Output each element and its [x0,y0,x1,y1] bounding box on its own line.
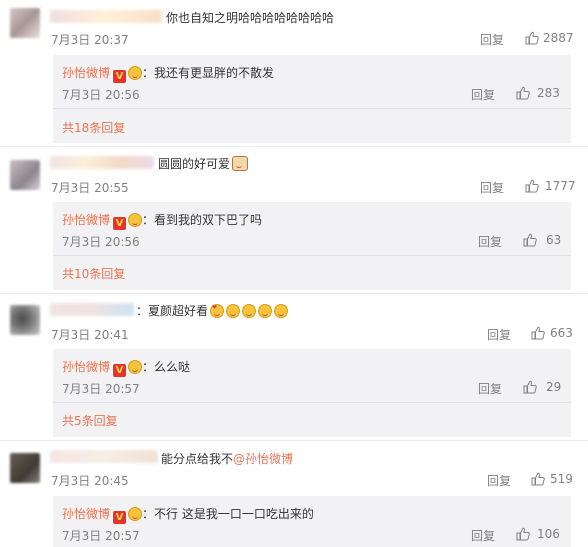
divider [0,440,588,441]
emoji-icon [226,304,241,318]
colon: ： [142,507,155,521]
reply-author[interactable]: 孙怡微博 [62,507,110,521]
colon: ： [142,360,155,374]
reply-button[interactable]: 回复 [471,527,495,544]
reply-text: 看到我的双下巴了吗 [154,213,263,227]
username-blurred[interactable] [50,10,162,23]
comment-line: 能分点给我不@孙怡微博 [161,450,293,467]
avatar[interactable] [10,160,40,190]
v-badge-icon: V [113,364,127,377]
reply-line: 孙怡微博 V ：看到我的双下巴了吗 [62,211,262,230]
avatar[interactable] [10,453,40,483]
comment-time: 7月3日 20:41 [51,328,129,342]
reply-author[interactable]: 孙怡微博 [62,66,110,80]
like-count: 2887 [543,31,574,45]
mention-link[interactable]: @孙怡微博 [233,452,293,466]
cat-emoji-icon [232,156,249,171]
reply-button[interactable]: 回复 [471,86,495,103]
reply-time: 7月3日 20:57 [62,382,140,396]
comment-text: 能分点给我不 [161,452,234,466]
divider [0,293,588,294]
comment-line: 圆圆的好可爱 [158,155,249,172]
divider [0,146,588,147]
thumb-up-icon[interactable] [516,86,530,100]
reply-box: 孙怡微博 V ：不行 这是我一口一口吃出来的 7月3日 20:57 回复 106 [53,496,571,547]
v-badge-icon: V [113,70,127,83]
avatar[interactable] [10,305,40,335]
reply-time: 7月3日 20:57 [62,529,140,543]
comment-text: ：夏颜超好看 [136,304,209,318]
reply-button[interactable]: 回复 [480,31,504,48]
comment-line: ：夏颜超好看 [136,302,289,319]
comment-text: 圆圆的好可爱 [158,157,231,171]
reply-button[interactable]: 回复 [487,326,511,343]
reply-line: 孙怡微博 V ：我还有更显胖的不散发 [62,64,274,83]
v-badge-icon: V [113,511,127,524]
colon: ： [142,66,155,80]
thumb-up-icon[interactable] [531,326,545,340]
emoji-icon [274,304,289,318]
avatar[interactable] [10,8,40,38]
reply-box: 孙怡微博 V ：看到我的双下巴了吗 7月3日 20:56 回复 63 共10条回复 [53,202,571,290]
like-count: 663 [550,326,573,340]
like-count: 1777 [545,179,576,193]
like-count: 63 [546,233,562,247]
emoji-icon [128,213,143,227]
v-badge-icon: V [113,217,127,230]
username-blurred[interactable] [50,303,134,316]
emoji-icon [242,304,257,318]
reply-text: 么么哒 [154,360,191,374]
thumb-up-icon[interactable] [525,31,539,45]
thumb-up-icon[interactable] [525,179,539,193]
comment-time: 7月3日 20:55 [51,181,129,195]
divider [53,255,571,256]
reply-button[interactable]: 回复 [478,380,502,397]
reply-box: 孙怡微博 V ：我还有更显胖的不散发 7月3日 20:56 回复 283 共18条回… [53,55,571,143]
thumb-up-icon[interactable] [523,380,537,394]
like-count: 519 [550,472,573,486]
username-blurred[interactable] [50,156,154,169]
reply-author[interactable]: 孙怡微博 [62,213,110,227]
reply-line: 孙怡微博 V ：不行 这是我一口一口吃出来的 [62,505,314,524]
comment-text: 你也自知之明哈哈哈哈哈哈哈哈 [166,11,335,25]
like-count: 106 [537,527,560,541]
thumb-up-icon[interactable] [531,472,545,486]
more-replies-link[interactable]: 共5条回复 [62,412,118,429]
reply-text: 我还有更显胖的不散发 [154,66,275,80]
reply-button[interactable]: 回复 [478,233,502,250]
emoji-icon [258,304,273,318]
divider [53,402,571,403]
thumb-up-icon[interactable] [516,527,530,541]
more-replies-link[interactable]: 共10条回复 [62,265,125,282]
colon: ： [142,213,155,227]
like-count: 283 [537,86,560,100]
reply-time: 7月3日 20:56 [62,235,140,249]
thumb-up-icon[interactable] [523,233,537,247]
emoji-icon [128,66,143,80]
reply-author[interactable]: 孙怡微博 [62,360,110,374]
emoji-icon [128,360,143,374]
reply-box: 孙怡微博 V ：么么哒 7月3日 20:57 回复 29 共5条回复 [53,349,571,437]
like-count: 29 [546,380,562,394]
reply-button[interactable]: 回复 [487,472,511,489]
comment-time: 7月3日 20:45 [51,474,129,488]
emoji-icon [128,507,143,521]
comment-time: 7月3日 20:37 [51,33,129,47]
reply-text: 不行 这是我一口一口吃出来的 [154,507,314,521]
reply-line: 孙怡微博 V ：么么哒 [62,358,190,377]
heart-eyes-emoji-icon [210,304,225,318]
reply-button[interactable]: 回复 [480,179,504,196]
reply-time: 7月3日 20:56 [62,88,140,102]
username-blurred[interactable] [50,450,158,463]
more-replies-link[interactable]: 共18条回复 [62,119,125,136]
divider [53,108,571,109]
